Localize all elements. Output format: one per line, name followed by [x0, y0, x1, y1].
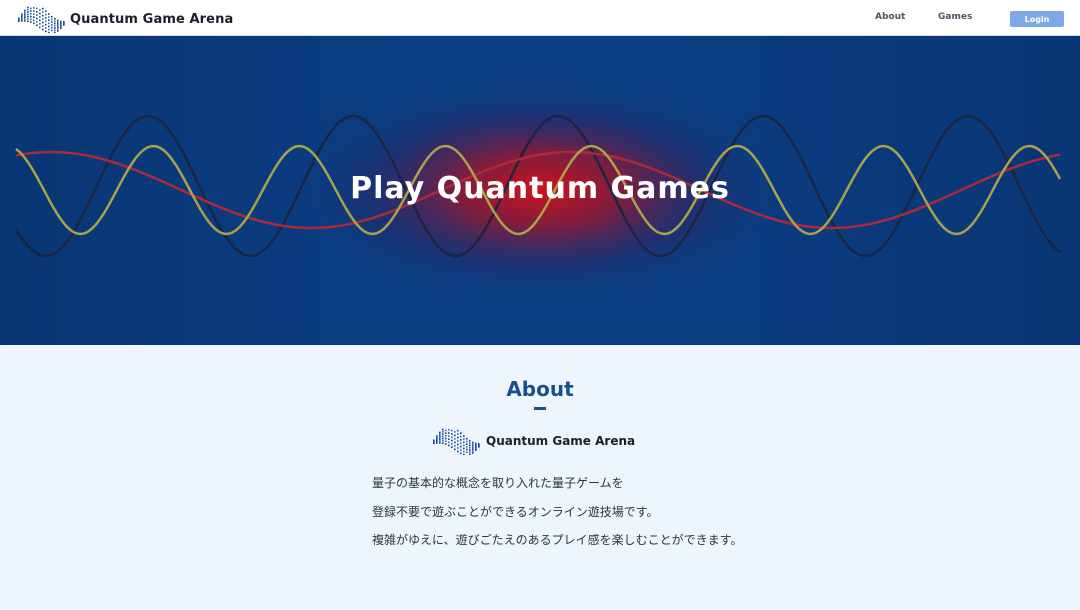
about-brand-logo-icon: [433, 428, 480, 455]
about-line-2: 登録不要で遊ぶことができるオンライン遊技場です。: [372, 504, 659, 519]
about-brand-name: Quantum Game Arena: [486, 434, 636, 448]
about-line-3: 複雑がゆえに、遊びごたえのあるプレイ感を楽しむことができます。: [372, 533, 743, 547]
brand-logo-icon: [18, 6, 65, 33]
brand-link[interactable]: Quantum Game Arena: [16, 5, 233, 33]
hero-title: Play Quantum Games: [350, 171, 730, 206]
top-navbar: Quantum Game Arena About Games Login: [0, 0, 1080, 36]
hero-banner: Play Quantum Games: [0, 36, 1080, 345]
about-section: About Quantum Game Arena 量子の基本的な概念を取り入れた…: [0, 345, 1080, 610]
nav-link-games[interactable]: Games: [938, 12, 972, 22]
nav-link-about[interactable]: About: [875, 12, 905, 22]
about-description: 量子の基本的な概念を取り入れた量子ゲームを 登録不要で遊ぶことができるオンライン…: [372, 469, 892, 555]
about-brand: Quantum Game Arena: [430, 427, 635, 455]
login-button[interactable]: Login: [1010, 11, 1064, 27]
about-heading: About: [506, 377, 574, 401]
about-heading-underline: [534, 407, 546, 410]
brand-name: Quantum Game Arena: [70, 11, 234, 27]
about-line-1: 量子の基本的な概念を取り入れた量子ゲームを: [372, 476, 624, 490]
